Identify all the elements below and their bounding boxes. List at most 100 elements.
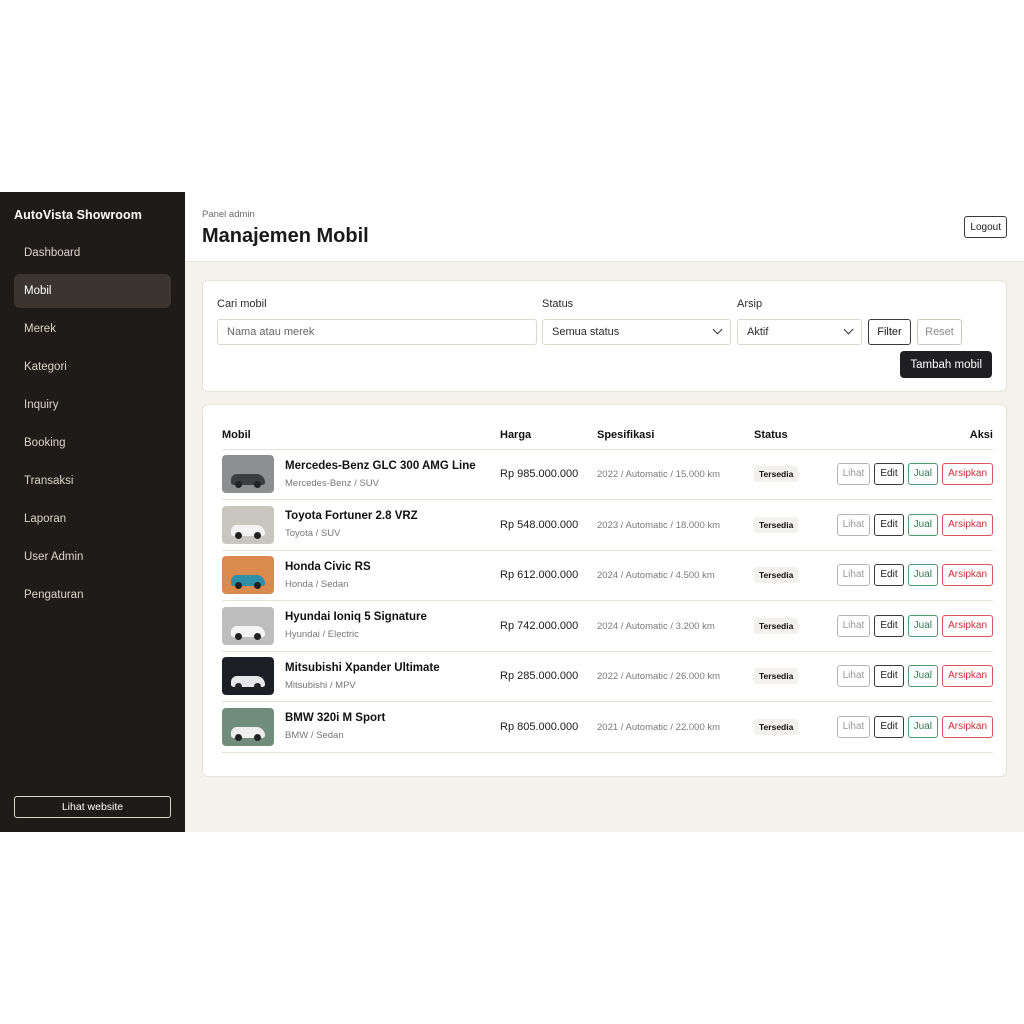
car-thumbnail [222, 556, 274, 595]
car-wheel [254, 733, 261, 741]
view-website-button[interactable]: Lihat website [14, 796, 171, 818]
sidebar-item-kategori[interactable]: Kategori [14, 350, 171, 384]
status-badge: Tersedia [754, 668, 799, 685]
brand-name: AutoVista Showroom [14, 208, 142, 222]
sidebar-item-mobil[interactable]: Mobil [14, 274, 171, 308]
car-thumbnail [222, 657, 274, 696]
sell-button[interactable]: Jual [907, 715, 939, 738]
status-select-value: Semua status [552, 326, 620, 338]
car-price: Rp 285.000.000 [500, 670, 579, 683]
sidebar-item-transaksi[interactable]: Transaksi [14, 464, 171, 498]
car-wheel [235, 632, 242, 640]
table-row: Mercedes-Benz GLC 300 AMG Line Mercedes-… [222, 449, 993, 500]
car-wheel [254, 582, 261, 590]
archive-select-value: Aktif [747, 326, 769, 338]
filter-button[interactable]: Filter [868, 319, 911, 345]
car-brand-category: Mitsubishi / MPV [285, 679, 356, 691]
sidebar-item-booking[interactable]: Booking [14, 426, 171, 460]
archive-select[interactable]: Aktif [737, 319, 862, 345]
archive-button[interactable]: Arsipkan [942, 614, 993, 637]
archive-button[interactable]: Arsipkan [942, 463, 993, 486]
car-thumbnail [222, 606, 274, 645]
sell-button[interactable]: Jual [907, 614, 939, 637]
breadcrumb: Panel admin [202, 209, 255, 220]
add-car-button[interactable]: Tambah mobil [900, 351, 992, 378]
edit-button[interactable]: Edit [874, 513, 904, 536]
car-price: Rp 805.000.000 [500, 720, 579, 733]
view-button[interactable]: Lihat [836, 463, 871, 486]
sidebar-item-pengaturan[interactable]: Pengaturan [14, 578, 171, 612]
car-wheel [254, 481, 261, 489]
column-header-status: Status [754, 421, 824, 450]
car-cell: Hyundai Ioniq 5 Signature Hyundai / Elec… [222, 606, 500, 645]
view-button[interactable]: Lihat [836, 564, 871, 587]
sidebar: AutoVista Showroom Dashboard Mobil Merek… [0, 192, 185, 832]
sell-button[interactable]: Jual [907, 513, 939, 536]
car-wheel [235, 531, 242, 539]
status-select[interactable]: Semua status [542, 319, 731, 345]
table-row: Mitsubishi Xpander Ultimate Mitsubishi /… [222, 651, 993, 702]
car-cell: Toyota Fortuner 2.8 VRZ Toyota / SUV [222, 505, 500, 544]
sell-button[interactable]: Jual [907, 665, 939, 688]
edit-button[interactable]: Edit [874, 715, 904, 738]
car-name: Hyundai Ioniq 5 Signature [285, 611, 427, 624]
edit-button[interactable]: Edit [874, 614, 904, 637]
search-input[interactable]: Nama atau merek [217, 319, 537, 345]
car-price: Rp 742.000.000 [500, 619, 579, 632]
car-wheel [254, 683, 261, 691]
sidebar-item-dashboard[interactable]: Dashboard [14, 236, 171, 270]
reset-button[interactable]: Reset [917, 319, 962, 345]
car-price: Rp 548.000.000 [500, 518, 579, 531]
car-brand-category: Toyota / SUV [285, 528, 341, 540]
car-cell: BMW 320i M Sport BMW / Sedan [222, 707, 500, 746]
car-brand-category: Hyundai / Electric [285, 629, 359, 641]
archive-button[interactable]: Arsipkan [942, 564, 993, 587]
car-table-panel: Mobil Harga Spesifikasi Status Aksi Merc… [202, 404, 1007, 777]
car-table: Mobil Harga Spesifikasi Status Aksi Merc… [222, 421, 993, 753]
sidebar-item-merek[interactable]: Merek [14, 312, 171, 346]
table-header-row: Mobil Harga Spesifikasi Status Aksi [222, 421, 993, 450]
car-name: Honda Civic RS [285, 560, 371, 573]
car-wheel [235, 582, 242, 590]
status-badge: Tersedia [754, 516, 799, 533]
archive-button[interactable]: Arsipkan [942, 665, 993, 688]
sidebar-item-user-admin[interactable]: User Admin [14, 540, 171, 574]
archive-button[interactable]: Arsipkan [942, 715, 993, 738]
status-label: Status [542, 298, 574, 310]
view-button[interactable]: Lihat [836, 513, 871, 536]
car-spec: 2023 / Automatic / 18.000 km [597, 519, 721, 531]
archive-button[interactable]: Arsipkan [942, 513, 993, 536]
car-brand-category: BMW / Sedan [285, 730, 344, 742]
car-name: Mitsubishi Xpander Ultimate [285, 661, 440, 674]
column-header-spec: Spesifikasi [597, 421, 754, 450]
sidebar-item-laporan[interactable]: Laporan [14, 502, 171, 536]
page-title: Manajemen Mobil [202, 225, 369, 247]
car-thumbnail [222, 707, 274, 746]
edit-button[interactable]: Edit [874, 564, 904, 587]
column-header-actions: Aksi [824, 421, 993, 450]
sell-button[interactable]: Jual [907, 564, 939, 587]
edit-button[interactable]: Edit [874, 665, 904, 688]
filter-panel: Cari mobil Nama atau merek Status Semua … [202, 280, 1007, 392]
status-badge: Tersedia [754, 567, 799, 584]
archive-label: Arsip [737, 298, 763, 310]
status-badge: Tersedia [754, 617, 799, 634]
page-header: Panel admin Manajemen Mobil Logout [185, 192, 1024, 262]
car-wheel [254, 531, 261, 539]
sell-button[interactable]: Jual [907, 463, 939, 486]
status-badge: Tersedia [754, 718, 799, 735]
view-button[interactable]: Lihat [836, 715, 871, 738]
logout-button[interactable]: Logout [964, 216, 1007, 238]
view-button[interactable]: Lihat [836, 665, 871, 688]
car-spec: 2022 / Automatic / 15.000 km [597, 469, 721, 481]
edit-button[interactable]: Edit [874, 463, 904, 486]
search-label: Cari mobil [217, 298, 267, 310]
car-brand-category: Honda / Sedan [285, 578, 349, 590]
car-price: Rp 985.000.000 [500, 468, 579, 481]
car-price: Rp 612.000.000 [500, 569, 579, 582]
sidebar-item-inquiry[interactable]: Inquiry [14, 388, 171, 422]
chevron-down-icon [712, 324, 723, 335]
car-brand-category: Mercedes-Benz / SUV [285, 477, 379, 489]
view-button[interactable]: Lihat [836, 614, 871, 637]
car-cell: Mercedes-Benz GLC 300 AMG Line Mercedes-… [222, 455, 500, 494]
